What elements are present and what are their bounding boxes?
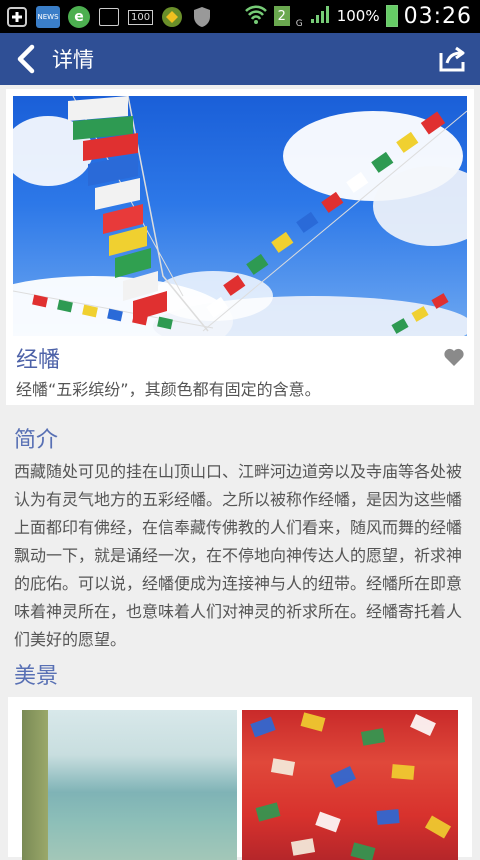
wifi-icon (244, 3, 268, 29)
card-title: 经幡 (16, 348, 61, 373)
notification-icons: NEWS e 100 (6, 6, 213, 28)
back-button[interactable] (6, 33, 46, 85)
network-type: G (295, 19, 303, 29)
security-app-icon (161, 7, 183, 27)
signal-icon (309, 3, 331, 29)
sim-slot-badge: 2 (273, 6, 290, 26)
document-icon (98, 7, 120, 27)
card-description: 经幡“五彩缤纷”，其颜色都有固定的含意。 (16, 380, 321, 399)
heart-icon (444, 348, 464, 366)
news-app-icon: NEWS (36, 6, 60, 28)
shield-icon (191, 7, 213, 27)
flags-texture (250, 712, 452, 860)
browser-app-icon: e (68, 6, 90, 28)
action-bar: 详情 (0, 33, 480, 85)
chevron-left-icon (17, 44, 35, 74)
clock: 03:26 (403, 3, 472, 29)
system-status: 2 G 100% 03:26 (244, 3, 472, 29)
count-badge: 100 (128, 9, 154, 25)
lake-shore (22, 710, 48, 860)
favorite-button[interactable] (443, 347, 465, 367)
battery-icon (385, 5, 398, 27)
gallery-image-lake[interactable] (22, 710, 237, 860)
page-title: 详情 (52, 48, 94, 72)
battery-percent: 100% (336, 7, 380, 25)
intro-heading: 简介 (14, 428, 59, 453)
attraction-card: 经幡 经幡“五彩缤纷”，其颜色都有固定的含意。 (6, 89, 474, 405)
intro-body: 西藏随处可见的挂在山顶山口、江畔河边道旁以及寺庙等各处被认为有灵气地方的五彩经幡… (14, 462, 463, 649)
status-bar: NEWS e 100 2 G 100% 03:26 (0, 0, 480, 33)
prayer-flags-illustration (13, 96, 467, 336)
add-icon (6, 7, 28, 27)
share-button[interactable] (438, 45, 468, 73)
gallery-image-prayer-flags[interactable] (242, 710, 458, 860)
share-icon (439, 46, 465, 72)
gallery (8, 697, 472, 860)
hero-image-prayer-flags (13, 96, 467, 336)
gallery-heading: 美景 (14, 664, 59, 689)
